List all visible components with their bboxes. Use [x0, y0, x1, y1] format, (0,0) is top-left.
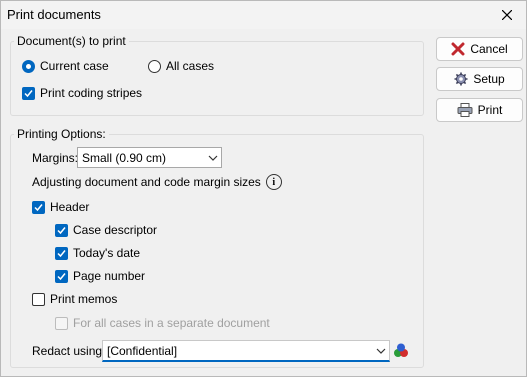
checkbox-unchecked-icon	[32, 292, 45, 306]
setup-label: Setup	[473, 72, 505, 86]
print-memos-checkbox[interactable]: Print memos	[32, 292, 117, 306]
header-label: Header	[50, 200, 90, 214]
print-documents-dialog: Print documents Document(s) to print Cur…	[0, 0, 527, 377]
cancel-button[interactable]: Cancel	[436, 37, 523, 61]
close-icon	[502, 10, 512, 20]
print-button[interactable]: Print	[436, 98, 523, 122]
redact-combobox[interactable]: [Confidential]	[102, 340, 390, 362]
current-case-label: Current case	[40, 59, 109, 73]
redact-label: Redact using:	[32, 344, 106, 358]
printer-icon	[457, 103, 473, 117]
cancel-label: Cancel	[470, 42, 508, 56]
checkbox-checked-icon	[55, 269, 68, 283]
all-cases-radio[interactable]: All cases	[148, 59, 214, 73]
all-cases-label: All cases	[166, 59, 215, 73]
todays-date-checkbox[interactable]: Today's date	[55, 246, 140, 260]
header-checkbox[interactable]: Header	[32, 200, 89, 214]
redaction-colors-icon[interactable]	[393, 342, 409, 358]
checkbox-checked-icon	[22, 86, 35, 100]
margins-value: Small (0.90 cm)	[82, 150, 167, 165]
margins-select[interactable]: Small (0.90 cm)	[77, 147, 222, 168]
for-all-cases-label: For all cases in a separate document	[73, 316, 270, 330]
redact-value: [Confidential]	[107, 343, 178, 358]
print-label: Print	[477, 103, 503, 117]
for-all-cases-checkbox: For all cases in a separate document	[55, 316, 270, 330]
documents-group: Document(s) to print	[10, 34, 424, 116]
checkbox-checked-icon	[32, 200, 45, 214]
radio-unselected-icon	[148, 59, 161, 73]
print-memos-label: Print memos	[50, 292, 118, 306]
gear-icon	[454, 72, 468, 86]
case-descriptor-checkbox[interactable]: Case descriptor	[55, 223, 157, 237]
margins-label: Margins:	[32, 151, 79, 165]
adjust-margins-note: Adjusting document and code margin sizes…	[32, 174, 282, 190]
todays-date-label: Today's date	[73, 246, 141, 260]
page-number-checkbox[interactable]: Page number	[55, 269, 145, 283]
radio-selected-icon	[22, 59, 35, 73]
close-button[interactable]	[494, 3, 520, 27]
print-coding-stripes-label: Print coding stripes	[40, 86, 143, 100]
chevron-down-icon[interactable]	[373, 348, 389, 354]
printing-options-title: Printing Options:	[14, 127, 109, 141]
checkbox-checked-icon	[55, 246, 68, 260]
chevron-down-icon	[205, 155, 221, 161]
checkbox-checked-icon	[55, 223, 68, 237]
print-coding-stripes-checkbox[interactable]: Print coding stripes	[22, 86, 142, 100]
checkbox-disabled-icon	[55, 316, 68, 330]
cancel-icon	[451, 42, 465, 56]
dialog-title: Print documents	[7, 7, 101, 22]
adjust-margins-text: Adjusting document and code margin sizes	[32, 175, 261, 189]
info-icon[interactable]: i	[265, 174, 282, 190]
title-bar: Print documents	[1, 1, 526, 29]
setup-button[interactable]: Setup	[436, 67, 523, 91]
current-case-radio[interactable]: Current case	[22, 59, 109, 73]
page-number-label: Page number	[73, 269, 146, 283]
documents-group-title: Document(s) to print	[14, 34, 129, 48]
case-descriptor-label: Case descriptor	[73, 223, 158, 237]
